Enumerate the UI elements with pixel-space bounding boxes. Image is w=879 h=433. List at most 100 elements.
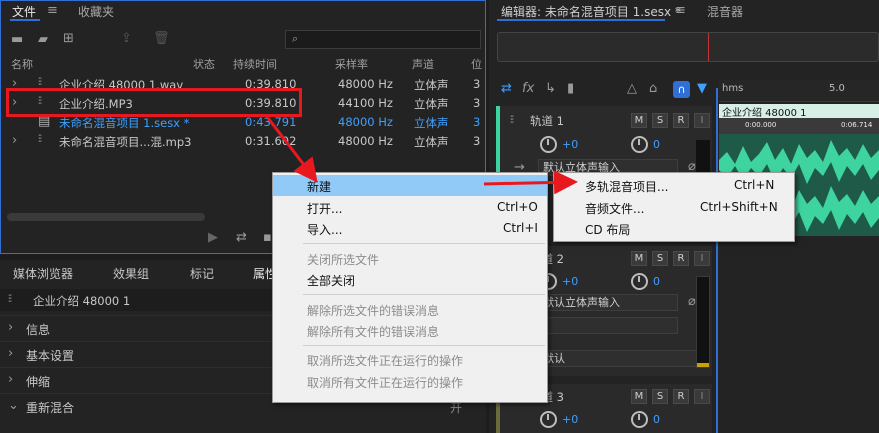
- mute-button[interactable]: M: [631, 389, 647, 404]
- input-monitor-button[interactable]: I: [694, 389, 710, 404]
- track-fx-dropdown[interactable]: [538, 317, 678, 334]
- tab-effects-rack[interactable]: 效果组: [113, 265, 149, 282]
- volume-value[interactable]: +0: [562, 138, 578, 151]
- file-bits: 3: [473, 115, 481, 129]
- metronome-icon[interactable]: △: [627, 82, 637, 95]
- track-output-dropdown[interactable]: 默认: [538, 350, 702, 367]
- solo-button[interactable]: S: [652, 251, 668, 266]
- file-channels: 立体声: [414, 97, 449, 111]
- tab-markers[interactable]: 标记: [190, 265, 214, 282]
- eq-icon[interactable]: ▮: [567, 82, 574, 95]
- col-duration[interactable]: 持续时间: [233, 56, 277, 72]
- delete-icon[interactable]: 🗑: [153, 32, 170, 45]
- fx-icon[interactable]: fx: [522, 82, 534, 95]
- expand-arrow-icon[interactable]: ›: [12, 134, 17, 147]
- menu-item-label: 多轨混音项目...: [585, 180, 669, 194]
- loop-icon[interactable]: ⇄: [501, 82, 512, 95]
- track-1-header[interactable]: ⫶⫶ 轨道 1 M S R I +0 0 → 默认立体声输入 ⌀: [496, 106, 712, 180]
- submenu-item-multitrack[interactable]: 多轨混音项目... Ctrl+N: [554, 175, 794, 196]
- submenu-item-cd-layout[interactable]: CD 布局: [554, 218, 794, 239]
- waveform-icon: ⫶⫶: [38, 77, 42, 88]
- menu-item-label: 打开...: [307, 202, 343, 216]
- menu-item-shortcut: Ctrl+O: [497, 200, 538, 214]
- section-label: 信息: [26, 323, 51, 337]
- input-monitor-button[interactable]: I: [694, 251, 710, 266]
- import-icon[interactable]: ▰: [38, 33, 48, 46]
- zoom-navigator[interactable]: [497, 32, 879, 62]
- menu-item-new[interactable]: 新建: [273, 175, 547, 196]
- track-name[interactable]: 轨道 1: [530, 113, 564, 129]
- phase-invert-icon[interactable]: ⌀: [688, 295, 696, 308]
- col-channels[interactable]: 声道: [412, 56, 434, 72]
- insert-icon[interactable]: ⇪: [121, 32, 132, 45]
- tab-media-browser[interactable]: 媒体浏览器: [13, 265, 73, 282]
- file-row[interactable]: › ⫶⫶ 未命名混音项目...混.mp3 0:31.602 48000 Hz 立…: [2, 131, 485, 150]
- search-input[interactable]: ⌕: [285, 30, 481, 49]
- track-input-dropdown[interactable]: 默认立体声输入: [538, 294, 678, 311]
- solo-button[interactable]: S: [652, 389, 668, 404]
- waveform-icon: ⫶⫶: [510, 115, 514, 126]
- pan-knob[interactable]: [631, 411, 648, 428]
- file-rate: 48000 Hz: [338, 134, 393, 148]
- menu-item-label: 取消所有文件正在运行的操作: [307, 376, 464, 390]
- col-rate[interactable]: 采样率: [335, 56, 368, 72]
- editor-tab-title[interactable]: 编辑器: 未命名混音项目 1.sesx *: [501, 3, 681, 20]
- menu-item-close-selected[interactable]: 关闭所选文件: [273, 248, 547, 269]
- menu-item-label: 解除所选文件的错误消息: [307, 304, 440, 318]
- play-icon[interactable]: ▶: [208, 231, 218, 244]
- insert-into-editor-icon[interactable]: ▪: [263, 231, 272, 244]
- record-arm-button[interactable]: R: [673, 113, 689, 128]
- playhead-marker: [708, 33, 709, 61]
- tab-menu-icon[interactable]: ≡: [47, 4, 58, 17]
- loop-icon[interactable]: ⇄: [236, 231, 247, 244]
- expand-arrow-icon: ›: [8, 320, 14, 335]
- menu-item-label: 关闭所选文件: [307, 253, 380, 267]
- file-channels: 立体声: [414, 78, 449, 92]
- clip-name: 企业介绍 48000 1: [722, 108, 807, 119]
- file-channels: 立体声: [414, 116, 449, 130]
- pan-value[interactable]: 0: [653, 413, 660, 426]
- menu-item-open[interactable]: 打开... Ctrl+O: [273, 197, 547, 218]
- mute-button[interactable]: M: [631, 251, 647, 266]
- tab-files[interactable]: 文件: [12, 3, 36, 20]
- snap-icon[interactable]: ∩: [673, 81, 690, 98]
- new-file-icon[interactable]: ⊞: [63, 32, 74, 45]
- col-name[interactable]: 名称: [11, 56, 33, 72]
- submenu-item-audio-file[interactable]: 音频文件... Ctrl+Shift+N: [554, 197, 794, 218]
- col-bits[interactable]: 位: [471, 56, 482, 72]
- time-ruler[interactable]: hms 5.0: [719, 80, 879, 102]
- record-arm-button[interactable]: R: [673, 251, 689, 266]
- menu-item-label: 音频文件...: [585, 202, 645, 216]
- menu-item-import[interactable]: 导入... Ctrl+I: [273, 218, 547, 239]
- editor-tab-menu-icon[interactable]: ≡: [675, 4, 686, 17]
- waveform-icon: ⫶⫶: [8, 294, 12, 305]
- open-folder-icon[interactable]: ▬: [11, 33, 23, 46]
- menu-item-cancel-selected-ops[interactable]: 取消所选文件正在运行的操作: [273, 349, 547, 370]
- clip-title-bar: 企业介绍 48000 1: [719, 104, 879, 119]
- solo-button[interactable]: S: [652, 113, 668, 128]
- pan-value[interactable]: 0: [653, 275, 660, 288]
- volume-value[interactable]: +0: [562, 413, 578, 426]
- menu-item-dismiss-all-errors[interactable]: 解除所有文件的错误消息: [273, 320, 547, 341]
- volume-icon[interactable]: ⌂: [649, 82, 657, 95]
- volume-value[interactable]: +0: [562, 275, 578, 288]
- col-status[interactable]: 状态: [193, 56, 215, 72]
- menu-item-dismiss-selected-errors[interactable]: 解除所选文件的错误消息: [273, 299, 547, 320]
- pan-knob[interactable]: [631, 136, 648, 153]
- volume-knob[interactable]: [540, 411, 557, 428]
- marker-pin-icon[interactable]: ▼: [697, 82, 707, 95]
- tab-favorites[interactable]: 收藏夹: [78, 3, 114, 20]
- mute-button[interactable]: M: [631, 113, 647, 128]
- send-icon[interactable]: ↳: [545, 82, 556, 95]
- pan-knob[interactable]: [631, 273, 648, 290]
- menu-item-label: 取消所选文件正在运行的操作: [307, 354, 464, 368]
- input-monitor-button[interactable]: I: [694, 113, 710, 128]
- expand-arrow-icon: ›: [8, 372, 14, 387]
- menu-item-cancel-all-ops[interactable]: 取消所有文件正在运行的操作: [273, 371, 547, 392]
- menu-item-close-all[interactable]: 全部关闭: [273, 269, 547, 290]
- tab-mixer[interactable]: 混音器: [707, 3, 743, 20]
- volume-knob[interactable]: [540, 136, 557, 153]
- record-arm-button[interactable]: R: [673, 389, 689, 404]
- pan-value[interactable]: 0: [653, 138, 660, 151]
- horizontal-scrollbar[interactable]: [7, 213, 205, 221]
